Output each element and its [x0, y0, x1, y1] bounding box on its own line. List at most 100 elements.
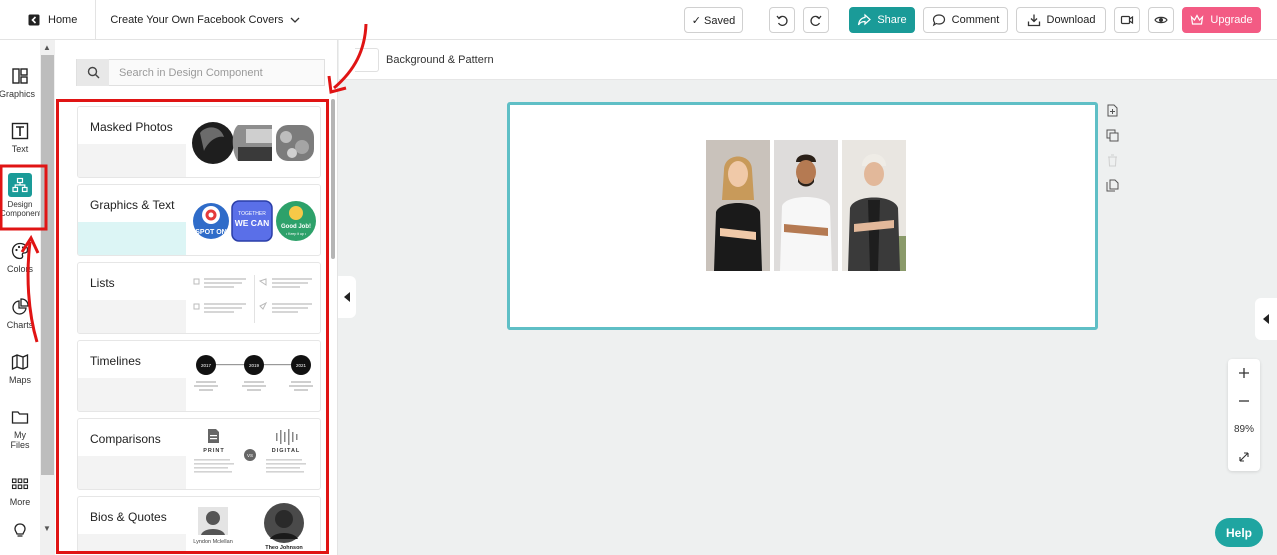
rail-item-graphics[interactable]: Graphics: [0, 67, 40, 99]
card-lists[interactable]: Lists: [77, 262, 321, 334]
chart-icon: [12, 298, 29, 315]
search-input[interactable]: [109, 66, 319, 79]
canvas-side-tools: [1106, 104, 1120, 204]
card-label-area: Masked Photos: [78, 107, 186, 177]
panel-scroll-thumb[interactable]: [331, 99, 335, 259]
video-camera-icon: [1120, 15, 1134, 25]
rail-item-charts[interactable]: Charts: [0, 298, 40, 330]
card-bios-quotes[interactable]: Bios & Quotes Lyndon Mclellan Theo Johns…: [77, 496, 321, 551]
document-title: Create Your Own Facebook Covers: [110, 13, 284, 26]
upgrade-button[interactable]: Upgrade: [1182, 7, 1261, 33]
redo-button[interactable]: [803, 7, 829, 33]
zoom-level: 89%: [1233, 423, 1254, 435]
bio-name-1: Lyndon Mclellan: [193, 539, 233, 545]
masked-photos-preview: [192, 122, 314, 164]
photo-woman-2[interactable]: [842, 140, 906, 271]
delete-page-icon[interactable]: [1106, 154, 1119, 167]
rail-item-ideas[interactable]: [0, 522, 40, 544]
home-link[interactable]: Home: [0, 0, 97, 40]
card-comparisons[interactable]: Comparisons PRINT DIGITAL VS: [77, 418, 321, 490]
card-label-shade: [78, 300, 186, 333]
zoom-controls: 89%: [1228, 359, 1260, 471]
comparison-right-label: DIGITAL: [272, 448, 301, 454]
card-label-area: Comparisons: [78, 419, 186, 489]
rail-label-colors: Colors: [6, 264, 33, 274]
chevron-left-icon: [344, 292, 350, 302]
copy-page-icon[interactable]: [1106, 179, 1119, 192]
rail-item-maps[interactable]: Maps: [0, 353, 40, 385]
card-label-shade: [78, 534, 186, 551]
design-canvas[interactable]: [507, 102, 1098, 330]
card-title: Graphics & Text: [90, 198, 175, 212]
plus-icon: [1239, 368, 1249, 378]
share-label: Share: [877, 14, 907, 26]
saved-status-button[interactable]: ✓ Saved: [684, 7, 743, 33]
comment-button[interactable]: Comment: [923, 7, 1008, 33]
download-label: Download: [1046, 14, 1096, 26]
design-components-icon: [12, 177, 28, 193]
preview-button[interactable]: [1148, 7, 1174, 33]
collapse-panel-button[interactable]: [338, 276, 356, 318]
scroll-down-arrow-icon[interactable]: ▼: [43, 524, 51, 533]
download-icon: [1027, 14, 1040, 27]
zoom-in-button[interactable]: [1228, 359, 1260, 387]
present-video-button[interactable]: [1114, 7, 1140, 33]
component-search: [76, 59, 325, 86]
comment-icon: [932, 14, 945, 27]
help-button[interactable]: Help: [1215, 518, 1263, 547]
add-page-icon[interactable]: [1106, 104, 1119, 117]
rail-item-colors[interactable]: Colors: [0, 242, 40, 274]
eye-icon: [1154, 16, 1168, 24]
open-right-panel-button[interactable]: [1255, 298, 1277, 340]
zoom-out-button[interactable]: [1228, 387, 1260, 415]
rail-scrollbar[interactable]: ▲ ▼: [40, 40, 55, 555]
rail-item-more[interactable]: More: [0, 475, 40, 507]
fit-to-screen-button[interactable]: [1228, 443, 1260, 471]
card-graphics-text[interactable]: Graphics & Text SPOT ON TOGETHER WE CAN …: [77, 184, 321, 256]
graphics-text-preview: SPOT ON TOGETHER WE CAN Good Job! • Keep…: [193, 200, 316, 242]
scroll-up-arrow-icon[interactable]: ▲: [43, 43, 51, 52]
document-title-dropdown[interactable]: Create Your Own Facebook Covers: [96, 14, 301, 26]
search-button[interactable]: [77, 59, 109, 86]
redo-icon: [810, 15, 822, 26]
timelines-preview: 2017 2019 2021: [194, 355, 313, 391]
card-timelines[interactable]: Timelines 2017 2019 2021: [77, 340, 321, 412]
photo-woman-1[interactable]: [706, 140, 770, 271]
rail-item-design-components[interactable]: Design Components: [0, 173, 46, 218]
timeline-year-3: 2021: [296, 363, 307, 368]
card-title: Bios & Quotes: [90, 510, 167, 524]
rail-scroll-thumb[interactable]: [41, 55, 54, 475]
card-title: Timelines: [90, 354, 141, 368]
comparisons-preview: PRINT DIGITAL VS: [194, 429, 306, 473]
design-components-tile: [8, 173, 32, 197]
comparison-vs-label: VS: [247, 453, 253, 458]
rail-item-text[interactable]: Text: [0, 122, 40, 154]
background-swatch[interactable]: [355, 48, 379, 72]
text-icon: [11, 122, 29, 140]
card-label-shade: [78, 378, 186, 411]
photo-man[interactable]: [774, 140, 838, 271]
chevron-down-icon: [290, 17, 300, 23]
undo-button[interactable]: [769, 7, 795, 33]
card-label-area: Lists: [78, 263, 186, 333]
share-button[interactable]: Share: [849, 7, 915, 33]
card-title: Masked Photos: [90, 120, 173, 134]
badge-we-can: WE CAN: [235, 218, 269, 228]
card-label-area: Timelines: [78, 341, 186, 411]
download-button[interactable]: Download: [1016, 7, 1106, 33]
card-label-shade: [78, 456, 186, 489]
card-masked-photos[interactable]: Masked Photos: [77, 106, 321, 178]
rail-item-my-files[interactable]: My Files: [0, 408, 40, 450]
background-pattern-button[interactable]: Background & Pattern: [386, 54, 494, 66]
saved-label: ✓ Saved: [691, 14, 736, 27]
rail-label-graphics: Graphics: [0, 89, 35, 99]
home-back-icon: [28, 14, 40, 25]
duplicate-page-icon[interactable]: [1106, 129, 1119, 142]
minus-icon: [1239, 400, 1249, 402]
upgrade-label: Upgrade: [1210, 14, 1253, 26]
rail-label-text: Text: [11, 144, 29, 154]
rail-label-design-components: Design Components: [0, 200, 46, 218]
badge-together: TOGETHER: [238, 211, 266, 217]
card-label-area: Bios & Quotes: [78, 497, 186, 551]
panel-scrollbar[interactable]: [331, 99, 335, 554]
